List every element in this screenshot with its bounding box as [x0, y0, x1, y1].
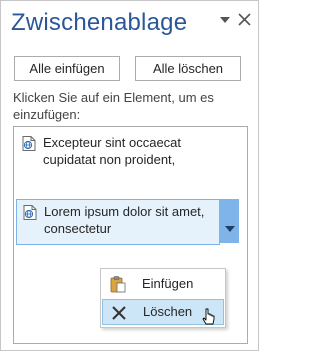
clipboard-item[interactable]: Excepteur sint occaecat cupidatat non pr…: [19, 133, 225, 173]
chevron-down-icon: [225, 226, 235, 232]
paste-all-button[interactable]: Alle einfügen: [14, 56, 120, 81]
clipboard-item-selected[interactable]: Lorem ipsum dolor sit amet, consectetur: [16, 199, 220, 245]
clipboard-item-text: Excepteur sint occaecat cupidatat non pr…: [43, 135, 182, 167]
close-icon[interactable]: [238, 13, 251, 26]
item-dropdown-button[interactable]: [219, 199, 239, 243]
pane-title: Zwischenablage: [11, 9, 188, 36]
web-clip-icon: [22, 136, 36, 151]
menu-item-paste[interactable]: Einfügen: [102, 271, 224, 297]
menu-item-label: Löschen: [143, 304, 193, 319]
web-clip-icon: [23, 205, 37, 220]
clear-all-button[interactable]: Alle löschen: [135, 56, 241, 81]
mouse-cursor-icon: [202, 308, 215, 325]
paste-icon: [110, 276, 126, 293]
pane-options-icon[interactable]: [219, 15, 231, 25]
clipboard-item-text: Lorem ipsum dolor sit amet, consectetur: [44, 204, 205, 236]
menu-item-label: Einfügen: [142, 276, 194, 291]
delete-x-icon: [112, 306, 126, 320]
instructions-text: Klicken Sie auf ein Element, um es einzu…: [13, 90, 214, 122]
